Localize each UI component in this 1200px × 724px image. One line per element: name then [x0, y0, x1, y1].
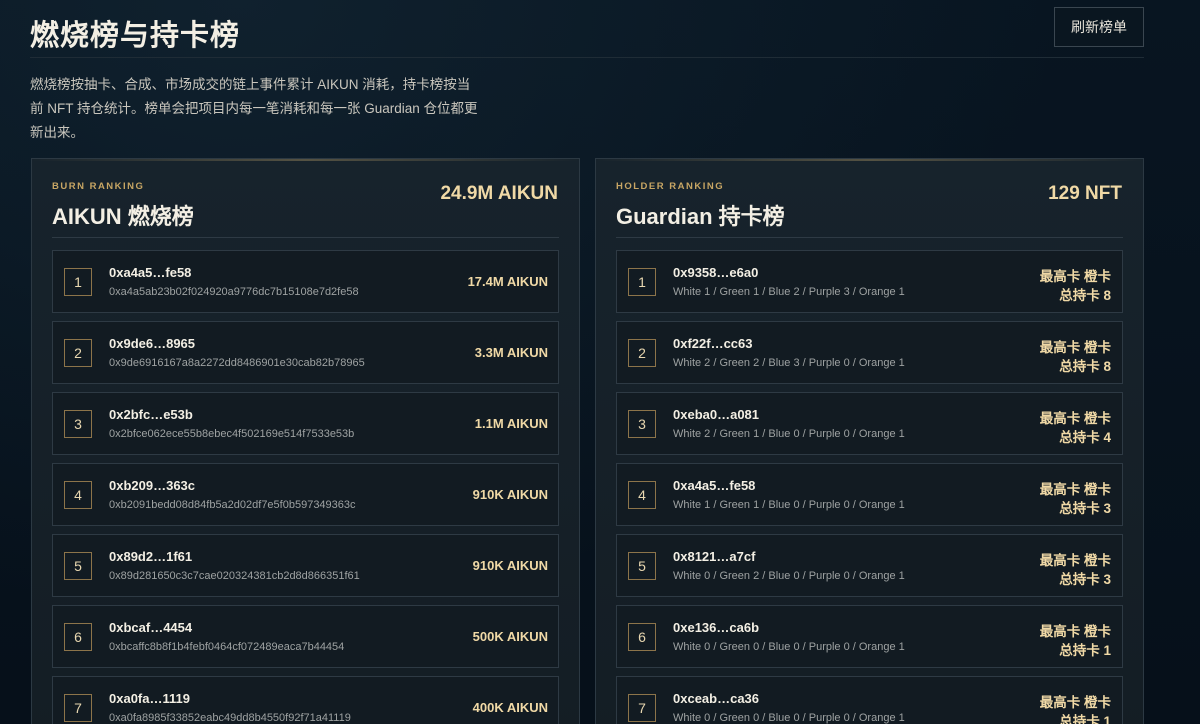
total-cards: 总持卡 1 — [1059, 643, 1111, 658]
total-cards: 总持卡 8 — [1059, 359, 1111, 374]
highest-card: 最高卡 橙卡 — [1039, 340, 1111, 355]
total-cards: 总持卡 3 — [1059, 572, 1111, 587]
card-breakdown: White 2 / Green 1 / Blue 0 / Purple 0 / … — [673, 428, 905, 440]
holder-row[interactable]: 3 0xeba0…a081 White 2 / Green 1 / Blue 0… — [616, 392, 1123, 455]
total-cards: 总持卡 1 — [1059, 714, 1111, 724]
rank-badge: 5 — [64, 552, 92, 580]
burn-row[interactable]: 2 0x9de6…8965 0x9de6916167a8a2272dd84869… — [52, 321, 559, 384]
wallet-short: 0xf22f…cc63 — [673, 336, 753, 351]
holder-ranking-panel: HOLDER RANKING Guardian 持卡榜 129 NFT 1 0x… — [595, 158, 1144, 724]
wallet-short: 0xb209…363c — [109, 478, 196, 493]
card-breakdown: White 1 / Green 1 / Blue 0 / Purple 0 / … — [673, 499, 905, 511]
wallet-short: 0xeba0…a081 — [673, 407, 760, 422]
holder-row[interactable]: 1 0x9358…e6a0 White 1 / Green 1 / Blue 2… — [616, 250, 1123, 313]
highest-card: 最高卡 橙卡 — [1039, 624, 1111, 639]
divider — [616, 237, 1123, 238]
wallet-short: 0x2bfc…e53b — [109, 407, 193, 422]
rank-badge: 1 — [628, 268, 656, 296]
rank-badge: 6 — [64, 623, 92, 651]
burn-amount: 400K AIKUN — [472, 700, 548, 715]
wallet-short: 0xe136…ca6b — [673, 620, 760, 635]
wallet-full: 0xbcaffc8b8f1b4febf0464cf072489eaca7b444… — [109, 641, 345, 653]
total-cards: 总持卡 8 — [1059, 288, 1111, 303]
wallet-short: 0xbcaf…4454 — [109, 620, 193, 635]
card-breakdown: White 0 / Green 0 / Blue 0 / Purple 0 / … — [673, 712, 905, 724]
total-cards: 总持卡 3 — [1059, 501, 1111, 516]
holder-panel-title: Guardian 持卡榜 — [616, 204, 785, 229]
highest-card: 最高卡 橙卡 — [1039, 482, 1111, 497]
divider — [52, 237, 559, 238]
wallet-short: 0x9358…e6a0 — [673, 265, 759, 280]
wallet-full: 0x89d281650c3c7cae020324381cb2d8d866351f… — [109, 570, 360, 582]
burn-amount: 17.4M AIKUN — [467, 274, 548, 289]
burn-row[interactable]: 4 0xb209…363c 0xb2091bedd08d84fb5a2d02df… — [52, 463, 559, 526]
page-header: 燃烧榜与持卡榜 刷新榜单 — [30, 0, 1144, 58]
card-breakdown: White 2 / Green 2 / Blue 3 / Purple 0 / … — [673, 357, 905, 369]
burn-eyebrow: BURN RANKING — [52, 181, 145, 192]
rank-badge: 5 — [628, 552, 656, 580]
burn-row[interactable]: 3 0x2bfc…e53b 0x2bfce062ece55b8ebec4f502… — [52, 392, 559, 455]
highest-card: 最高卡 橙卡 — [1039, 269, 1111, 284]
wallet-short: 0xceab…ca36 — [673, 691, 760, 706]
burn-amount: 910K AIKUN — [472, 558, 548, 573]
wallet-short: 0x8121…a7cf — [673, 549, 756, 564]
rank-badge: 6 — [628, 623, 656, 651]
wallet-full: 0xa4a5ab23b02f024920a9776dc7b15108e7d2fe… — [109, 286, 359, 298]
burn-list: 1 0xa4a5…fe58 0xa4a5ab23b02f024920a9776d… — [52, 250, 559, 724]
wallet-full: 0xb2091bedd08d84fb5a2d02df7e5f0b59734936… — [109, 499, 356, 511]
rank-badge: 4 — [64, 481, 92, 509]
rank-badge: 7 — [64, 694, 92, 722]
rank-badge: 2 — [64, 339, 92, 367]
wallet-short: 0xa4a5…fe58 — [109, 265, 192, 280]
holder-list: 1 0x9358…e6a0 White 1 / Green 1 / Blue 2… — [616, 250, 1123, 724]
rank-badge: 3 — [628, 410, 656, 438]
holder-total: 129 NFT — [1048, 183, 1122, 204]
wallet-full: 0x9de6916167a8a2272dd8486901e30cab82b789… — [109, 357, 365, 369]
burn-panel-title: AIKUN 燃烧榜 — [52, 204, 194, 229]
burn-row[interactable]: 7 0xa0fa…1119 0xa0fa8985f33852eabc49dd8b… — [52, 676, 559, 724]
burn-amount: 910K AIKUN — [472, 487, 548, 502]
holder-row[interactable]: 6 0xe136…ca6b White 0 / Green 0 / Blue 0… — [616, 605, 1123, 668]
wallet-short: 0xa0fa…1119 — [109, 691, 190, 706]
wallet-short: 0x89d2…1f61 — [109, 549, 193, 564]
refresh-leaderboard-button[interactable]: 刷新榜单 — [1054, 7, 1144, 47]
holder-eyebrow: HOLDER RANKING — [616, 181, 725, 192]
burn-amount: 500K AIKUN — [472, 629, 548, 644]
burn-row[interactable]: 5 0x89d2…1f61 0x89d281650c3c7cae02032438… — [52, 534, 559, 597]
wallet-short: 0x9de6…8965 — [109, 336, 196, 351]
highest-card: 最高卡 橙卡 — [1039, 553, 1111, 568]
holder-row[interactable]: 2 0xf22f…cc63 White 2 / Green 2 / Blue 3… — [616, 321, 1123, 384]
wallet-full: 0xa0fa8985f33852eabc49dd8b4550f92f71a411… — [109, 712, 351, 724]
burn-amount: 3.3M AIKUN — [474, 345, 548, 360]
wallet-short: 0xa4a5…fe58 — [673, 478, 756, 493]
intro-text: 燃烧榜按抽卡、合成、市场成交的链上事件累计 AIKUN 消耗，持卡榜按当前 NF… — [30, 77, 478, 140]
card-breakdown: White 0 / Green 0 / Blue 0 / Purple 0 / … — [673, 641, 905, 653]
card-breakdown: White 1 / Green 1 / Blue 2 / Purple 3 / … — [673, 286, 905, 298]
holder-row[interactable]: 4 0xa4a5…fe58 White 1 / Green 1 / Blue 0… — [616, 463, 1123, 526]
card-breakdown: White 0 / Green 2 / Blue 0 / Purple 0 / … — [673, 570, 905, 582]
burn-amount: 1.1M AIKUN — [474, 416, 548, 431]
total-cards: 总持卡 4 — [1059, 430, 1111, 445]
rank-badge: 1 — [64, 268, 92, 296]
rank-badge: 2 — [628, 339, 656, 367]
burn-row[interactable]: 1 0xa4a5…fe58 0xa4a5ab23b02f024920a9776d… — [52, 250, 559, 313]
rank-badge: 7 — [628, 694, 656, 722]
rank-badge: 4 — [628, 481, 656, 509]
highest-card: 最高卡 橙卡 — [1039, 411, 1111, 426]
holder-row[interactable]: 5 0x8121…a7cf White 0 / Green 2 / Blue 0… — [616, 534, 1123, 597]
burn-ranking-panel: BURN RANKING AIKUN 燃烧榜 24.9M AIKUN 1 0xa… — [31, 158, 580, 724]
rank-badge: 3 — [64, 410, 92, 438]
wallet-full: 0x2bfce062ece55b8ebec4f502169e514f7533e5… — [109, 428, 355, 440]
burn-row[interactable]: 6 0xbcaf…4454 0xbcaffc8b8f1b4febf0464cf0… — [52, 605, 559, 668]
highest-card: 最高卡 橙卡 — [1039, 695, 1111, 710]
burn-total: 24.9M AIKUN — [440, 183, 558, 204]
page-title: 燃烧榜与持卡榜 — [30, 20, 241, 52]
holder-row[interactable]: 7 0xceab…ca36 White 0 / Green 0 / Blue 0… — [616, 676, 1123, 724]
